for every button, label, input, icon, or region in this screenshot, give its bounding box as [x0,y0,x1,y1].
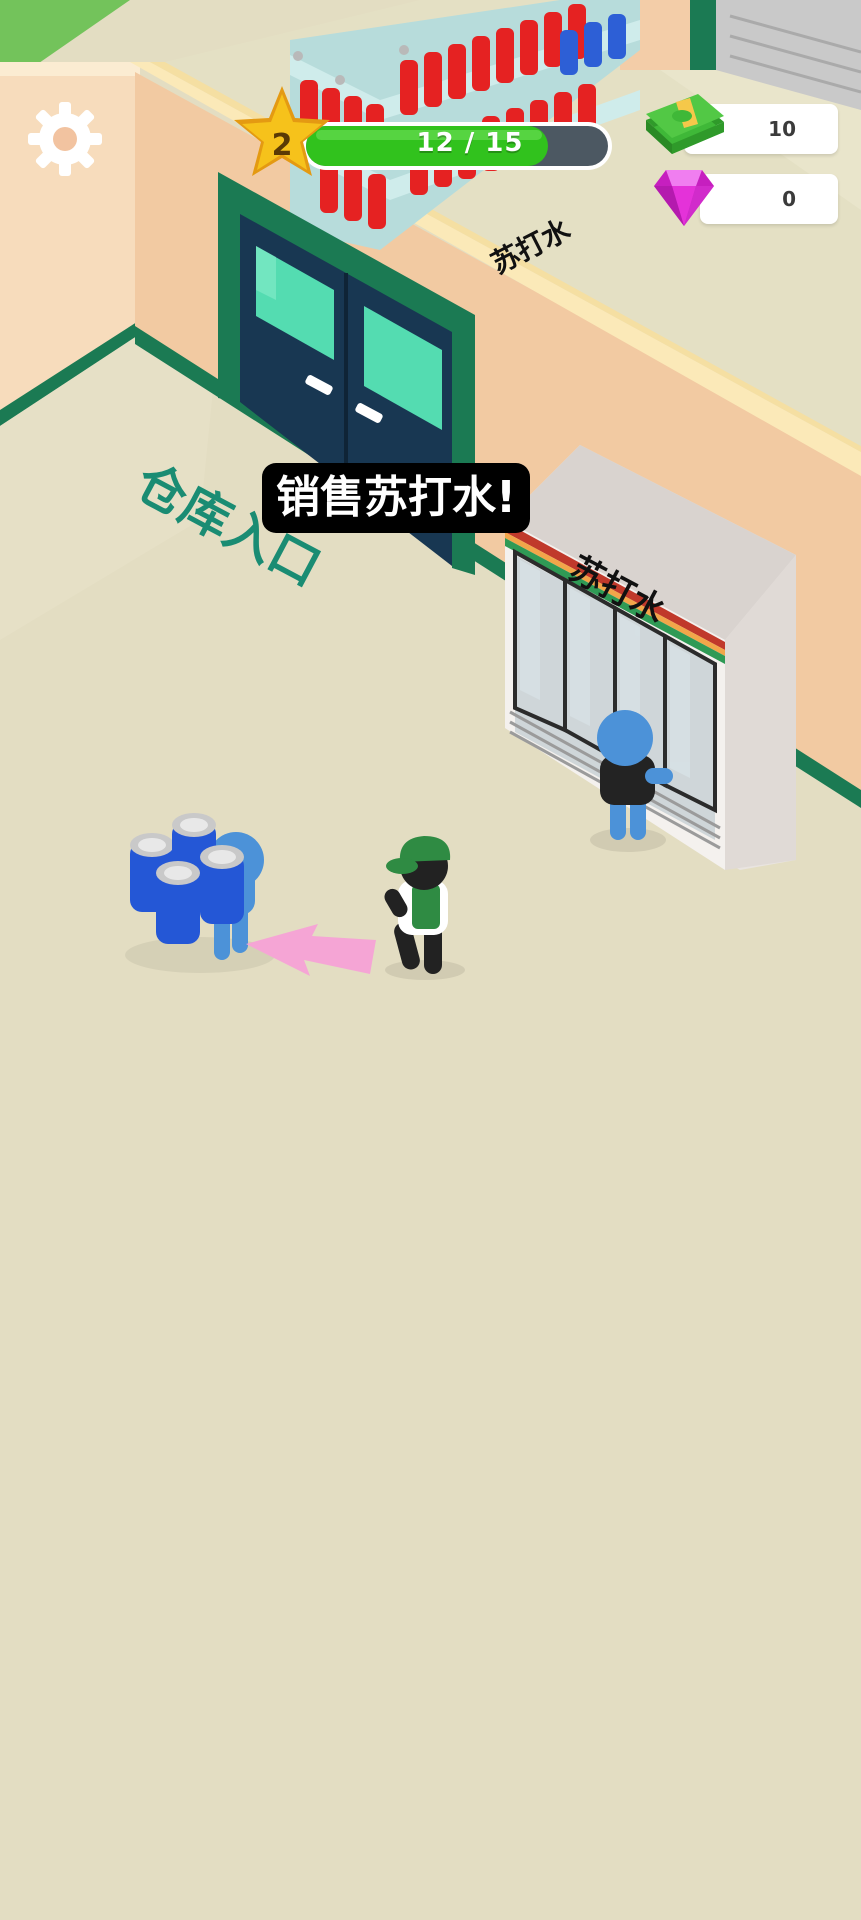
cash-stack-icon [646,94,724,154]
gem-counter: 0 [700,174,838,224]
gem-amount: 0 [782,187,796,211]
progress-text: 12 / 15 [416,128,524,158]
back-room-post [690,0,716,70]
gem-icon [654,170,714,226]
settings-button[interactable] [24,98,106,180]
game-screen[interactable]: 仓库入口 苏打水 苏打水 2 12 / 15 10 0 销售苏打水! [0,0,861,1920]
left-wall-top [0,62,140,76]
level-number: 2 [271,128,293,163]
hint-bubble: 销售苏打水! [262,463,531,533]
game-scene[interactable]: 仓库入口 苏打水 苏打水 [0,0,861,1920]
cash-amount: 10 [768,117,796,141]
